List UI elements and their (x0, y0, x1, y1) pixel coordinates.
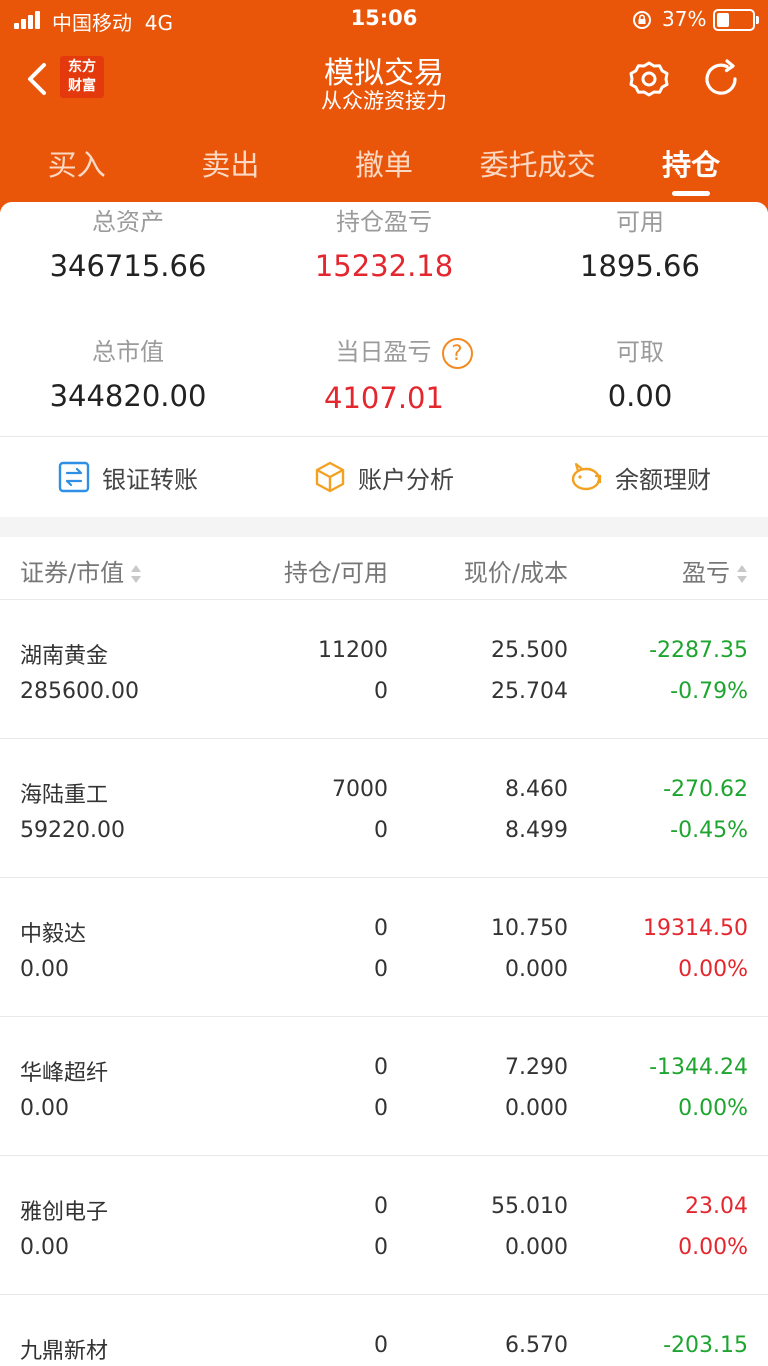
cost-price: 0.000 (505, 1096, 568, 1121)
header-price: 现价/成本 (463, 559, 568, 587)
current-price: 25.500 (491, 638, 568, 663)
stock-name: 海陆重工 (20, 783, 109, 808)
account-summary: 总资产 346715.66 持仓盈亏 15232.18 可用 1895.66 总… (0, 202, 768, 436)
stock-name: 中毅达 (20, 922, 87, 947)
header-position: 持仓/可用 (283, 559, 388, 587)
header-security[interactable]: 证券/市值 (20, 553, 142, 588)
available-qty: 0 (374, 679, 388, 704)
box-icon (315, 461, 345, 493)
table-row[interactable]: 雅创电子 0.00 0 0 55.010 0.000 23.04 0.00% (0, 1155, 768, 1294)
account-analysis-button[interactable]: 账户分析 (256, 437, 512, 517)
available-qty: 0 (374, 1235, 388, 1260)
available-funds: 可用 1895.66 (580, 208, 700, 283)
table-row[interactable]: 中毅达 0.00 0 0 10.750 0.000 19314.50 0.00% (0, 877, 768, 1016)
tab-sell[interactable]: 卖出 (154, 130, 308, 202)
position-qty: 7000 (332, 777, 388, 802)
market-value: 0.00 (20, 1235, 69, 1260)
profit-loss-pct: -0.79% (670, 679, 748, 704)
position-pl: 持仓盈亏 15232.18 (314, 208, 454, 283)
position-qty: 0 (374, 1055, 388, 1080)
trade-tabs: 买入 卖出 撤单 委托成交 持仓 (0, 130, 768, 202)
profit-loss: -1344.24 (649, 1055, 748, 1080)
position-qty: 0 (374, 1333, 388, 1358)
current-price: 7.290 (505, 1055, 568, 1080)
current-price: 55.010 (491, 1194, 568, 1219)
current-price: 10.750 (491, 916, 568, 941)
gear-icon[interactable] (628, 58, 670, 100)
stock-name: 九鼎新材 (20, 1339, 109, 1364)
daily-pl: 当日盈亏? 4107.01 (256, 332, 512, 415)
tab-cancel[interactable]: 撤单 (307, 130, 461, 202)
tab-orders[interactable]: 委托成交 (461, 130, 615, 202)
cost-price: 0.000 (505, 1235, 568, 1260)
withdrawable-funds: 可取 0.00 (607, 338, 673, 413)
total-market-value: 总市值 344820.00 (49, 338, 207, 413)
help-icon[interactable]: ? (441, 337, 473, 369)
available-qty: 0 (374, 957, 388, 982)
stock-name: 雅创电子 (20, 1200, 109, 1225)
bank-transfer-button[interactable]: 银证转账 (0, 437, 256, 517)
position-qty: 0 (374, 916, 388, 941)
profit-loss: -203.15 (663, 1333, 748, 1358)
profit-loss: 19314.50 (643, 916, 748, 941)
tab-buy[interactable]: 买入 (0, 130, 154, 202)
table-row[interactable]: 华峰超纤 0.00 0 0 7.290 0.000 -1344.24 0.00% (0, 1016, 768, 1155)
status-bar: 中国移动 4G 15:06 37% (0, 0, 768, 40)
section-gap (0, 517, 768, 537)
piggy-bank-icon (571, 462, 602, 491)
market-value: 285600.00 (20, 679, 139, 704)
current-price: 6.570 (505, 1333, 568, 1358)
profit-loss: 23.04 (685, 1194, 748, 1219)
nav-bar: 东方 财富 模拟交易 从众游资接力 (0, 40, 768, 120)
total-assets: 总资产 346715.66 (49, 208, 207, 283)
position-qty: 11200 (318, 638, 388, 663)
market-value: 0.00 (20, 957, 69, 982)
market-value: 0.00 (20, 1096, 69, 1121)
sort-icon (736, 564, 748, 584)
rotation-lock-icon (633, 11, 651, 29)
tab-positions[interactable]: 持仓 (614, 130, 768, 202)
profit-loss: -270.62 (663, 777, 748, 802)
cost-price: 8.499 (505, 818, 568, 843)
table-row[interactable]: 九鼎新材 0 6.570 -203.15 (0, 1294, 768, 1366)
market-value: 59220.00 (20, 818, 125, 843)
status-time: 15:06 (350, 6, 418, 30)
stock-name: 湖南黄金 (20, 644, 109, 669)
profit-loss-pct: 0.00% (678, 1096, 748, 1121)
header-pl[interactable]: 盈亏 (682, 553, 748, 588)
holdings-table-header: 证券/市值 持仓/可用 现价/成本 盈亏 (0, 537, 768, 599)
cost-price: 0.000 (505, 957, 568, 982)
sort-icon (130, 564, 142, 584)
profit-loss: -2287.35 (649, 638, 748, 663)
app-header: 中国移动 4G 15:06 37% 东方 财富 模拟交易 从众游资接力 买入 卖… (0, 0, 768, 212)
profit-loss-pct: 0.00% (678, 957, 748, 982)
stock-name: 华峰超纤 (20, 1061, 109, 1086)
battery-percent: 37% (662, 7, 707, 31)
profit-loss-pct: -0.45% (670, 818, 748, 843)
available-qty: 0 (374, 818, 388, 843)
table-row[interactable]: 海陆重工 59220.00 7000 0 8.460 8.499 -270.62… (0, 738, 768, 877)
transfer-icon (58, 461, 90, 493)
position-qty: 0 (374, 1194, 388, 1219)
current-price: 8.460 (505, 777, 568, 802)
table-row[interactable]: 湖南黄金 285600.00 11200 0 25.500 25.704 -22… (0, 599, 768, 738)
quick-actions: 银证转账 账户分析 余额理财 (0, 437, 768, 517)
refresh-icon[interactable] (700, 58, 742, 100)
profit-loss-pct: 0.00% (678, 1235, 748, 1260)
balance-finance-button[interactable]: 余额理财 (512, 437, 768, 517)
cost-price: 25.704 (491, 679, 568, 704)
available-qty: 0 (374, 1096, 388, 1121)
battery-icon (713, 9, 759, 31)
